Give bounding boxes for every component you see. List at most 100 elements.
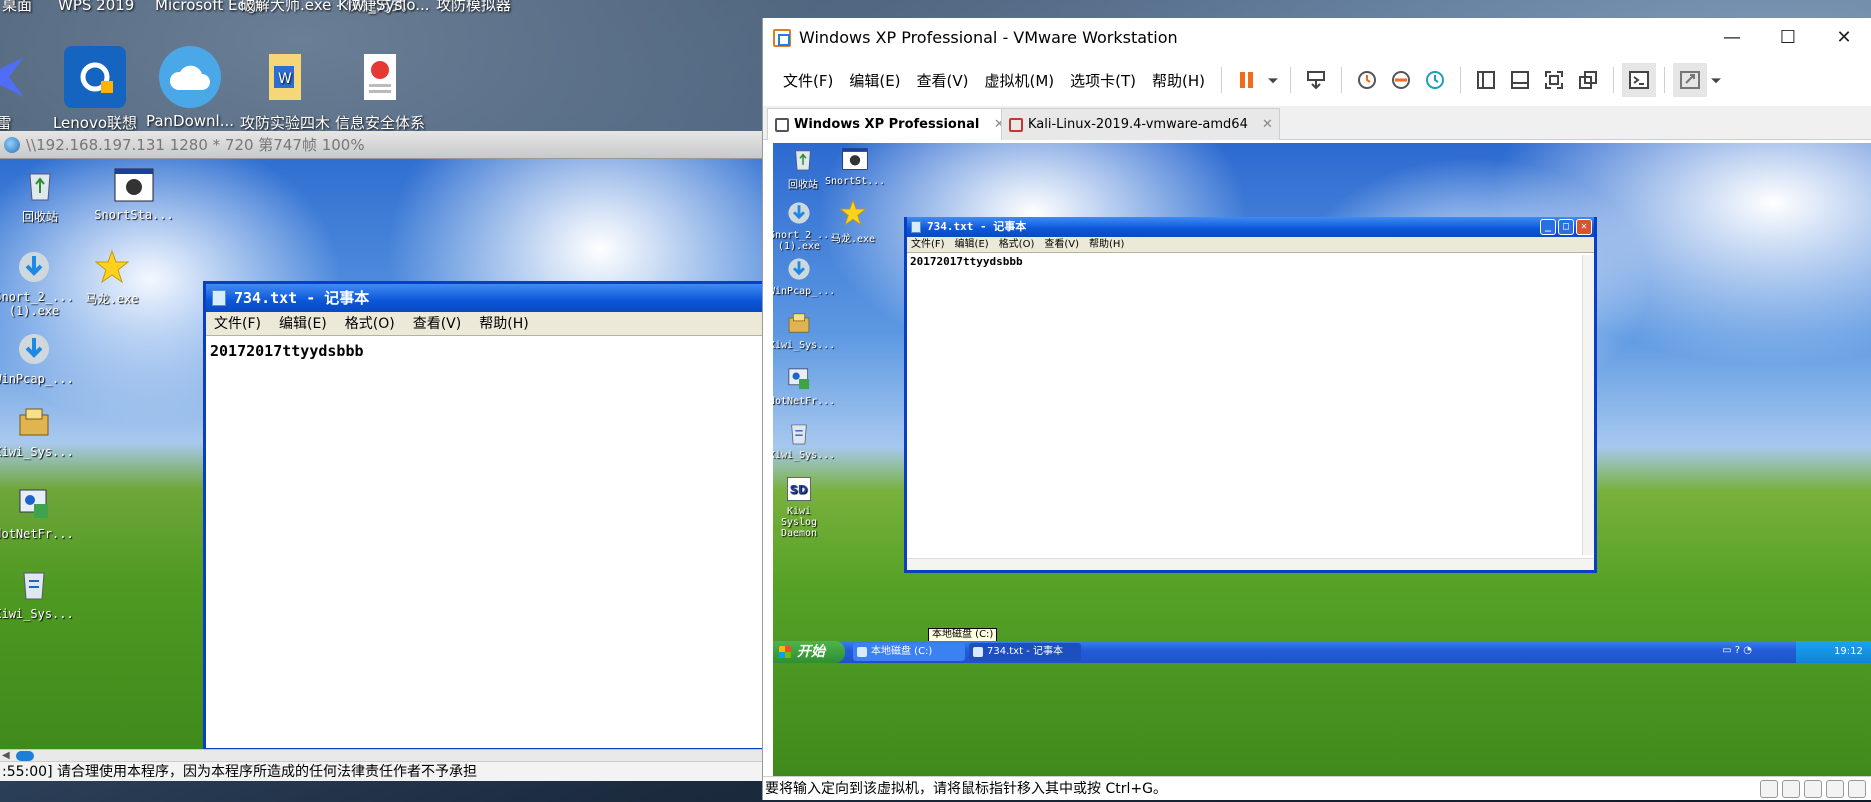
stretch-view-button[interactable]: [1673, 63, 1708, 97]
pause-button[interactable]: [1230, 63, 1264, 97]
tray-tool-icons[interactable]: ▭ ? ◔: [1722, 645, 1752, 656]
guest-icon-malong[interactable]: 马龙.exe: [823, 199, 883, 245]
start-button[interactable]: 开始: [773, 641, 845, 663]
host-label-desktop[interactable]: 桌面: [2, 0, 32, 14]
tray-clock[interactable]: 19:12: [1834, 646, 1863, 657]
notepad-menu-help[interactable]: 帮助(H): [479, 312, 528, 335]
host-label-kiwi[interactable]: Kiwi_Syslo...: [338, 0, 430, 14]
unity-button[interactable]: [1571, 63, 1605, 97]
notepad-menu-format[interactable]: 格式(O): [999, 237, 1035, 252]
notepad-text-area[interactable]: 20172017ttyydsbbb: [206, 336, 773, 366]
scrollbar-thumb[interactable]: [16, 751, 34, 761]
star-icon: [92, 247, 132, 287]
show-library-button[interactable]: [1469, 63, 1503, 97]
taskbar-item-local-disk[interactable]: 本地磁盘 (C:): [853, 643, 965, 661]
vm-menu-file[interactable]: 文件(F): [775, 70, 841, 91]
full-screen-button[interactable]: [1537, 63, 1571, 97]
star-icon: [839, 199, 867, 227]
host-icon-pandownload[interactable]: PanDownl...: [140, 46, 240, 130]
notepad-minimize-button[interactable]: _: [1540, 219, 1556, 235]
guest-icon-kiwi-syslog[interactable]: Kiwi_Sys...: [773, 309, 835, 351]
notepad-horizontal-scrollbar[interactable]: [907, 558, 1594, 570]
floppy-device-icon[interactable]: [1804, 780, 1822, 798]
tab-label: Windows XP Professional: [794, 117, 980, 132]
notepad-menu-edit[interactable]: 编辑(E): [955, 237, 989, 252]
remote-icon-snortstart[interactable]: SnortSta...: [94, 165, 174, 222]
stretch-dropdown[interactable]: [1707, 63, 1725, 97]
remote-icon-snort-installer[interactable]: Snort_2_...(1).exe: [0, 247, 74, 318]
guest-icon-snort-installer[interactable]: Snort_2_...(1).exe: [773, 199, 835, 252]
kiwi-installer-icon: [785, 309, 813, 337]
network-device-icon[interactable]: [1826, 780, 1844, 798]
tab-kali-linux[interactable]: Kali-Linux-2019.4-vmware-amd64 ✕: [1001, 108, 1280, 140]
remote-icon-winpcap[interactable]: WinPcap_...: [0, 329, 74, 386]
host-icon-lenovo[interactable]: Lenovo联想: [45, 46, 145, 133]
viewer-titlebar[interactable]: \\192.168.197.131 1280 * 720 第747帧 100%: [0, 131, 762, 159]
keyboard-send-icon: [1307, 71, 1326, 90]
guest-notepad-window[interactable]: 734.txt - 记事本 _ □ ✕ 文件(F) 编辑(E) 格式(O) 查看…: [904, 217, 1597, 573]
send-ctrl-alt-del-button[interactable]: [1299, 63, 1333, 97]
guest-icon-snortstart[interactable]: SnortSt...: [825, 145, 885, 187]
guest-icon-label: dotNetFr...: [773, 396, 836, 407]
guest-icon-kiwi-syslog-2[interactable]: Kiwi_Sys...: [773, 419, 835, 461]
cd-device-icon[interactable]: [1782, 780, 1800, 798]
taskbar-item-notepad[interactable]: 734.txt - 记事本: [969, 643, 1081, 661]
vm-menu-vm[interactable]: 虚拟机(M): [977, 70, 1063, 91]
tab-windows-xp[interactable]: Windows XP Professional ✕: [767, 108, 1012, 140]
notepad-menu-view[interactable]: 查看(V): [413, 312, 462, 335]
guest-screen[interactable]: 回收站 SnortSt... Snort_2_...(1).exe 马龙.exe…: [773, 143, 1871, 776]
tab-close-icon[interactable]: ✕: [1262, 117, 1273, 132]
remote-icon-recycle-bin[interactable]: 回收站: [0, 165, 80, 225]
host-label-wps[interactable]: WPS 2019: [58, 0, 134, 14]
maximize-button[interactable]: ☐: [1760, 18, 1816, 58]
notepad-menu-file[interactable]: 文件(F): [214, 312, 261, 335]
host-icon-label: 雷: [0, 114, 12, 132]
console-view-button[interactable]: [1622, 63, 1657, 97]
vmware-window: Windows XP Professional - VMware Worksta…: [762, 18, 1871, 800]
remote-notepad-window[interactable]: 734.txt - 记事本 文件(F) 编辑(E) 格式(O) 查看(V) 帮助…: [203, 281, 773, 751]
show-thumbnail-button[interactable]: [1503, 63, 1537, 97]
notepad-menu-help[interactable]: 帮助(H): [1089, 237, 1124, 252]
guest-icon-dotnetfx[interactable]: dotNetFr...: [773, 365, 835, 407]
remote-icon-malong[interactable]: 马龙.exe: [72, 247, 152, 307]
vm-menu-view[interactable]: 查看(V): [909, 70, 977, 91]
vmware-titlebar[interactable]: Windows XP Professional - VMware Worksta…: [763, 18, 1871, 58]
svg-text:SD: SD: [790, 482, 808, 496]
notepad-maximize-button[interactable]: □: [1558, 219, 1574, 235]
vm-menu-tabs[interactable]: 选项卡(T): [1062, 70, 1144, 91]
notepad-titlebar[interactable]: 734.txt - 记事本 _ □ ✕: [907, 217, 1594, 237]
vm-menu-help[interactable]: 帮助(H): [1144, 70, 1213, 91]
minimize-button[interactable]: —: [1704, 18, 1760, 58]
viewer-status-bar: :55:00] 请合理使用本程序，因为本程序所造成的任何法律责任作者不予承担: [0, 761, 762, 781]
vm-menu-edit[interactable]: 编辑(E): [841, 70, 908, 91]
display-device-icon[interactable]: [1848, 780, 1866, 798]
snapshot-manager-button[interactable]: [1418, 63, 1452, 97]
hdd-device-icon[interactable]: [1760, 780, 1778, 798]
notepad-text-area[interactable]: 20172017ttyydsbbb: [907, 253, 1594, 270]
host-label-sim[interactable]: 攻防模拟器: [436, 0, 511, 14]
snapshot-button[interactable]: [1350, 63, 1384, 97]
notepad-vertical-scrollbar[interactable]: [1582, 255, 1594, 555]
viewer-horizontal-scrollbar[interactable]: ◀: [0, 749, 762, 761]
scroll-left-icon[interactable]: ◀: [2, 750, 10, 761]
pause-dropdown[interactable]: [1264, 63, 1282, 97]
remote-icon-dotnetfx[interactable]: dotNetFr...: [0, 484, 74, 541]
recycle-bin-icon: [20, 165, 60, 205]
notepad-menu-format[interactable]: 格式(O): [345, 312, 395, 335]
remote-icon-kiwi-syslog-2[interactable]: Kiwi_Sys...: [0, 564, 74, 621]
guest-icon-recycle-bin[interactable]: 回收站: [773, 145, 833, 191]
notepad-close-button[interactable]: ✕: [1576, 219, 1592, 235]
host-icon-word-doc[interactable]: W 攻防实验四木: [235, 46, 335, 133]
guest-icon-winpcap[interactable]: WinPcap_...: [773, 255, 835, 297]
notepad-menu-file[interactable]: 文件(F): [911, 237, 945, 252]
host-top-labels: 桌面 WPS 2019 Microsoft Edge 破解大师.exe - 快捷…: [0, 0, 760, 30]
host-icon-pdf[interactable]: 信息安全体系: [330, 46, 430, 133]
notepad-menu-edit[interactable]: 编辑(E): [279, 312, 327, 335]
remote-icon-kiwi-syslog[interactable]: Kiwi_Sys...: [0, 402, 74, 459]
guest-icon-kiwi-syslog-daemon[interactable]: SD Kiwi Syslog Daemon: [773, 475, 829, 539]
close-button[interactable]: ✕: [1816, 18, 1871, 58]
revert-snapshot-button[interactable]: [1384, 63, 1418, 97]
notepad-menu-view[interactable]: 查看(V): [1044, 237, 1079, 252]
start-label: 开始: [797, 644, 825, 660]
notepad-titlebar[interactable]: 734.txt - 记事本: [206, 284, 773, 312]
